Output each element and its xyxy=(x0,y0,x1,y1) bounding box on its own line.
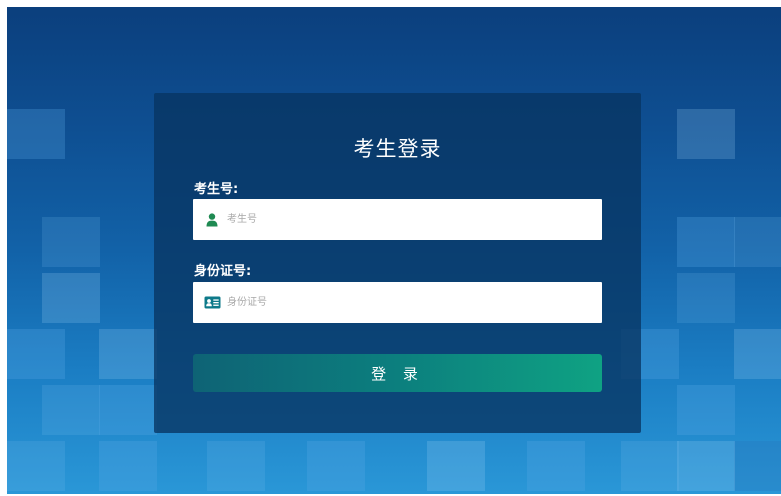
user-icon xyxy=(202,210,222,230)
background-tile xyxy=(677,385,735,435)
background-tile xyxy=(42,273,100,323)
exam-number-input[interactable] xyxy=(222,199,602,240)
background-tile xyxy=(42,217,100,267)
exam-number-field[interactable] xyxy=(193,199,602,240)
background-tile xyxy=(527,441,585,491)
background-tile xyxy=(621,441,679,491)
background-tile xyxy=(734,441,781,491)
background-tile xyxy=(307,441,365,491)
background-tile xyxy=(99,329,157,379)
background: 考生登录 考生号: 身份证号: xyxy=(7,7,781,494)
login-panel: 考生登录 考生号: 身份证号: xyxy=(154,93,641,433)
background-tile xyxy=(99,441,157,491)
background-tile xyxy=(42,385,100,435)
background-tile xyxy=(677,109,735,159)
background-tile xyxy=(677,273,735,323)
id-number-input[interactable] xyxy=(222,282,602,323)
background-tile xyxy=(427,441,485,491)
id-number-field[interactable] xyxy=(193,282,602,323)
background-tile xyxy=(734,329,781,379)
background-tile xyxy=(734,217,781,267)
background-tile xyxy=(677,217,735,267)
login-button[interactable]: 登 录 xyxy=(193,354,602,392)
id-card-icon xyxy=(202,293,222,313)
login-title: 考生登录 xyxy=(353,137,442,161)
background-tile xyxy=(7,329,65,379)
background-tile xyxy=(7,441,65,491)
background-tile xyxy=(677,441,735,491)
background-tile xyxy=(207,441,265,491)
id-number-label: 身份证号: xyxy=(194,264,252,279)
background-tile xyxy=(7,109,65,159)
background-tile xyxy=(99,385,157,435)
exam-number-label: 考生号: xyxy=(194,182,239,197)
